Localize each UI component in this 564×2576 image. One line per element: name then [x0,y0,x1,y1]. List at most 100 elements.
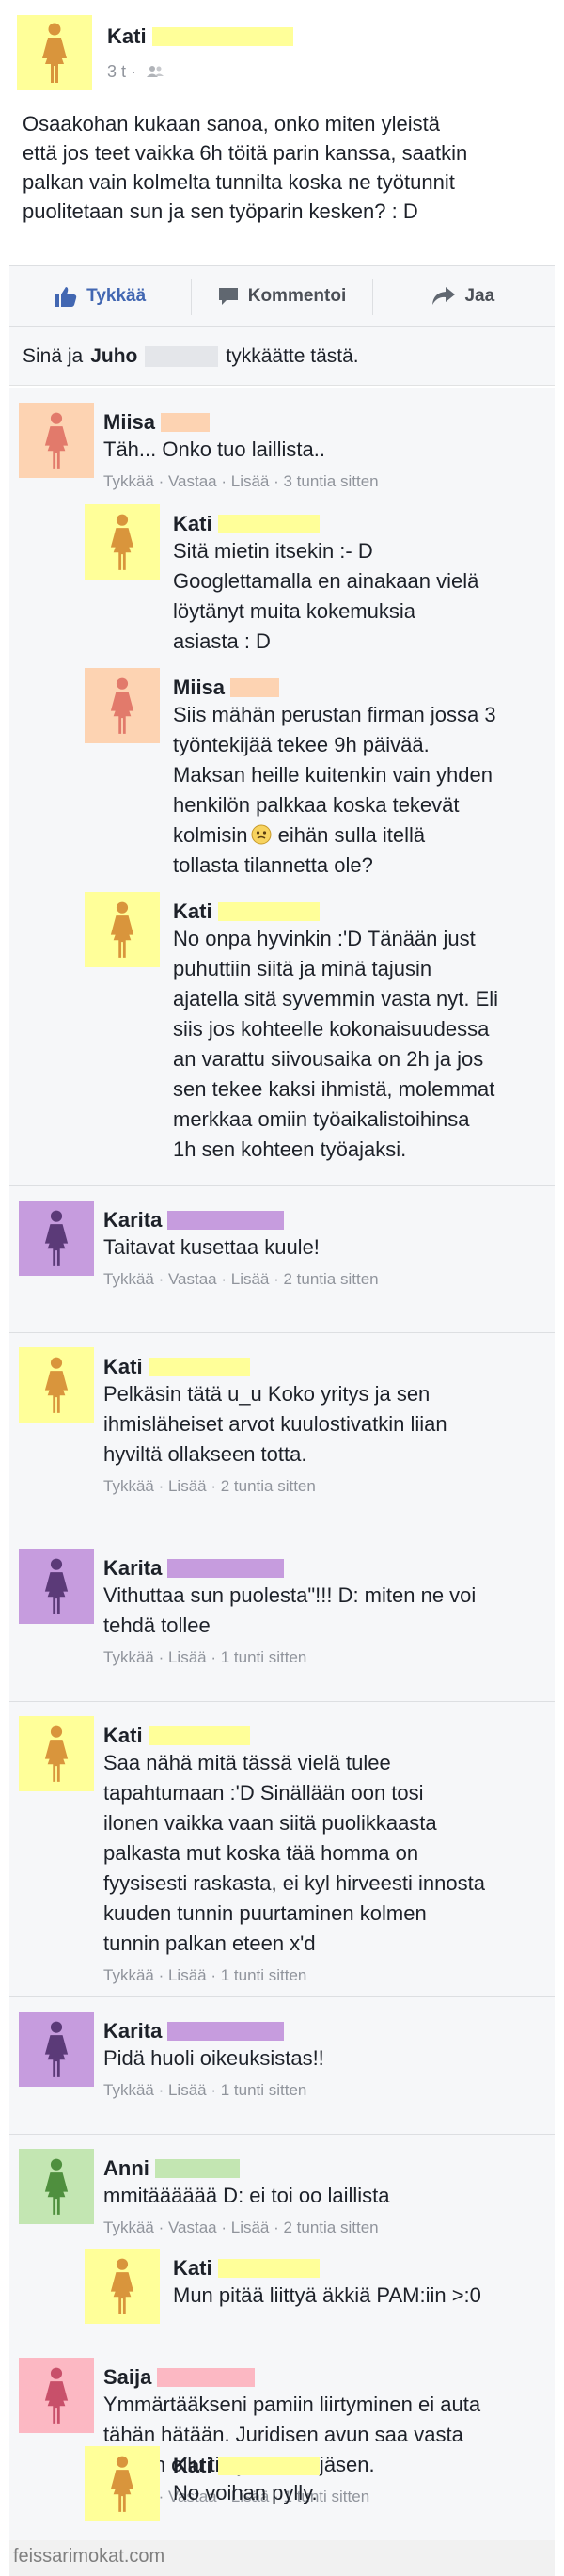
like-label: Tykkää [86,286,147,306]
post-author-name[interactable]: Kati [107,24,147,48]
person-figure-icon [110,901,134,958]
share-button[interactable]: Jaa [373,266,555,326]
actions-divider [191,279,192,315]
person-figure-icon [44,412,69,469]
comment-text: No voihan pylly. [173,2481,318,2504]
comment-text: mmitääääää D: ei toi oo laillista [103,2184,390,2207]
avatar-anni[interactable] [19,2149,94,2224]
comment-actions[interactable]: Tykkää · Vastaa · Lisää · 3 tuntia sitte… [103,472,545,491]
avatar-miisa[interactable] [19,403,94,478]
person-figure-icon [42,23,67,83]
avatar-kati[interactable] [19,1347,94,1423]
name-redaction [151,27,293,46]
name-redaction [217,2259,320,2278]
name-redaction [148,1726,250,1745]
likes-suffix: tykkäätte tästä. [226,344,359,367]
likes-friend-name[interactable]: Juho [90,345,137,368]
person-figure-icon [44,1558,69,1614]
person-figure-icon [44,1357,69,1413]
post-time[interactable]: 3 t [107,62,126,81]
post-actions-bar: Tykkää Kommentoi Jaa [9,265,555,327]
share-arrow-icon [432,287,456,306]
person-figure-icon [44,2367,69,2424]
comment-actions[interactable]: Tykkää · Vastaa · Lisää · 2 tuntia sitte… [103,2218,545,2237]
person-figure-icon [44,1725,69,1782]
name-redaction [217,515,320,533]
comment-text: Pelkäsin tätä u_u Koko yritys ja sen ihm… [103,1382,447,1466]
name-redaction [145,345,219,367]
person-figure-icon [110,2258,134,2314]
comment-actions[interactable]: Tykkää · Vastaa · Lisää · 2 tuntia sitte… [103,1270,545,1289]
post-header: Kati 3 t · [17,15,547,90]
person-figure-icon [44,1210,69,1266]
comment-author[interactable]: Miisa [173,676,225,699]
emoticon-icon [251,823,272,845]
comment-author[interactable]: Karita [103,2019,162,2043]
thumbs-up-icon [55,286,77,307]
name-redaction [148,1358,250,1376]
name-redaction [167,2022,285,2041]
likes-summary[interactable]: Sinä ja Juho tykkäätte tästä. [9,327,555,386]
comment-label: Kommentoi [247,286,347,306]
comment-text: Saa nähä mitä tässä vielä tulee tapahtum… [103,1751,485,1955]
avatar-kati[interactable] [85,2249,160,2324]
comment-author[interactable]: Kati [173,2256,212,2280]
comment-divider [9,2134,555,2135]
comment-divider [9,1701,555,1702]
avatar-miisa[interactable] [85,668,160,743]
comment-author[interactable]: Kati [173,2454,212,2477]
comment-author[interactable]: Karita [103,1556,162,1580]
comment-text: Vithuttaa sun puolesta"!!! D: miten ne v… [103,1583,477,1637]
comment-actions[interactable]: Tykkää · Lisää · 1 tunti sitten [103,2081,545,2100]
comments-section: Miisa Täh... Onko tuo laillista.. Tykkää… [9,388,555,2540]
comment-author[interactable]: Karita [103,1208,162,1232]
name-redaction [167,1559,285,1578]
comment-text: No onpa hyvinkin :'D Tänään just puhutti… [173,927,499,1161]
comment-actions[interactable]: Tykkää · Lisää · 2 tuntia sitten [103,1477,545,1496]
post-card: Kati 3 t · Osaakohan kukaan sanoa, onko … [0,0,564,2576]
comment-button[interactable]: Kommentoi [191,266,372,326]
name-redaction [167,1211,285,1230]
avatar-kati[interactable] [17,15,92,90]
avatar-karita[interactable] [19,2012,94,2087]
comment-actions[interactable]: Tykkää · Lisää · 1 tunti sitten [103,1648,545,1667]
comment-text: Pidä huoli oikeuksistas!! [103,2046,324,2070]
name-redaction [217,902,320,921]
comment-author[interactable]: Anni [103,2156,149,2180]
avatar-kati[interactable] [85,504,160,580]
comment-text: Sitä mietin itsekin :- D Googlettamalla … [173,539,479,653]
comment-text: Taitavat kusettaa kuule! [103,1235,320,1259]
person-figure-icon [110,677,134,734]
avatar-kati[interactable] [85,892,160,967]
watermark: feissarimokat.com [9,2540,555,2576]
share-label: Jaa [464,286,495,306]
comment-text: Mun pitää liittyä äkkiä PAM:iin >:0 [173,2283,481,2307]
avatar-karita[interactable] [19,1549,94,1624]
avatar-kati[interactable] [85,2446,160,2521]
comment-author[interactable]: Kati [103,1355,143,1378]
avatar-karita[interactable] [19,1201,94,1276]
avatar-saija[interactable] [19,2358,94,2433]
comment-actions[interactable]: Tykkää · Lisää · 1 tunti sitten [103,1966,545,1985]
comment-author[interactable]: Kati [173,512,212,535]
comment-author[interactable]: Kati [103,1724,143,1747]
comment-icon [218,286,239,307]
person-figure-icon [44,2158,69,2215]
post-meta: 3 t · [107,62,164,82]
friends-audience-icon[interactable] [147,63,164,77]
name-redaction [157,2368,256,2387]
name-redaction [161,413,211,432]
comment-author[interactable]: Kati [173,899,212,923]
actions-divider [372,279,373,315]
name-redaction [230,678,280,697]
comment-author[interactable]: Saija [103,2365,151,2389]
name-redaction [154,2159,240,2178]
comment-divider [9,1185,555,1186]
person-figure-icon [110,514,134,570]
person-figure-icon [44,2021,69,2077]
comment-text: Täh... Onko tuo laillista.. [103,437,325,461]
comment-author[interactable]: Miisa [103,410,155,434]
like-button[interactable]: Tykkää [9,266,191,326]
separator-dot: · [131,62,142,81]
avatar-kati[interactable] [19,1716,94,1791]
